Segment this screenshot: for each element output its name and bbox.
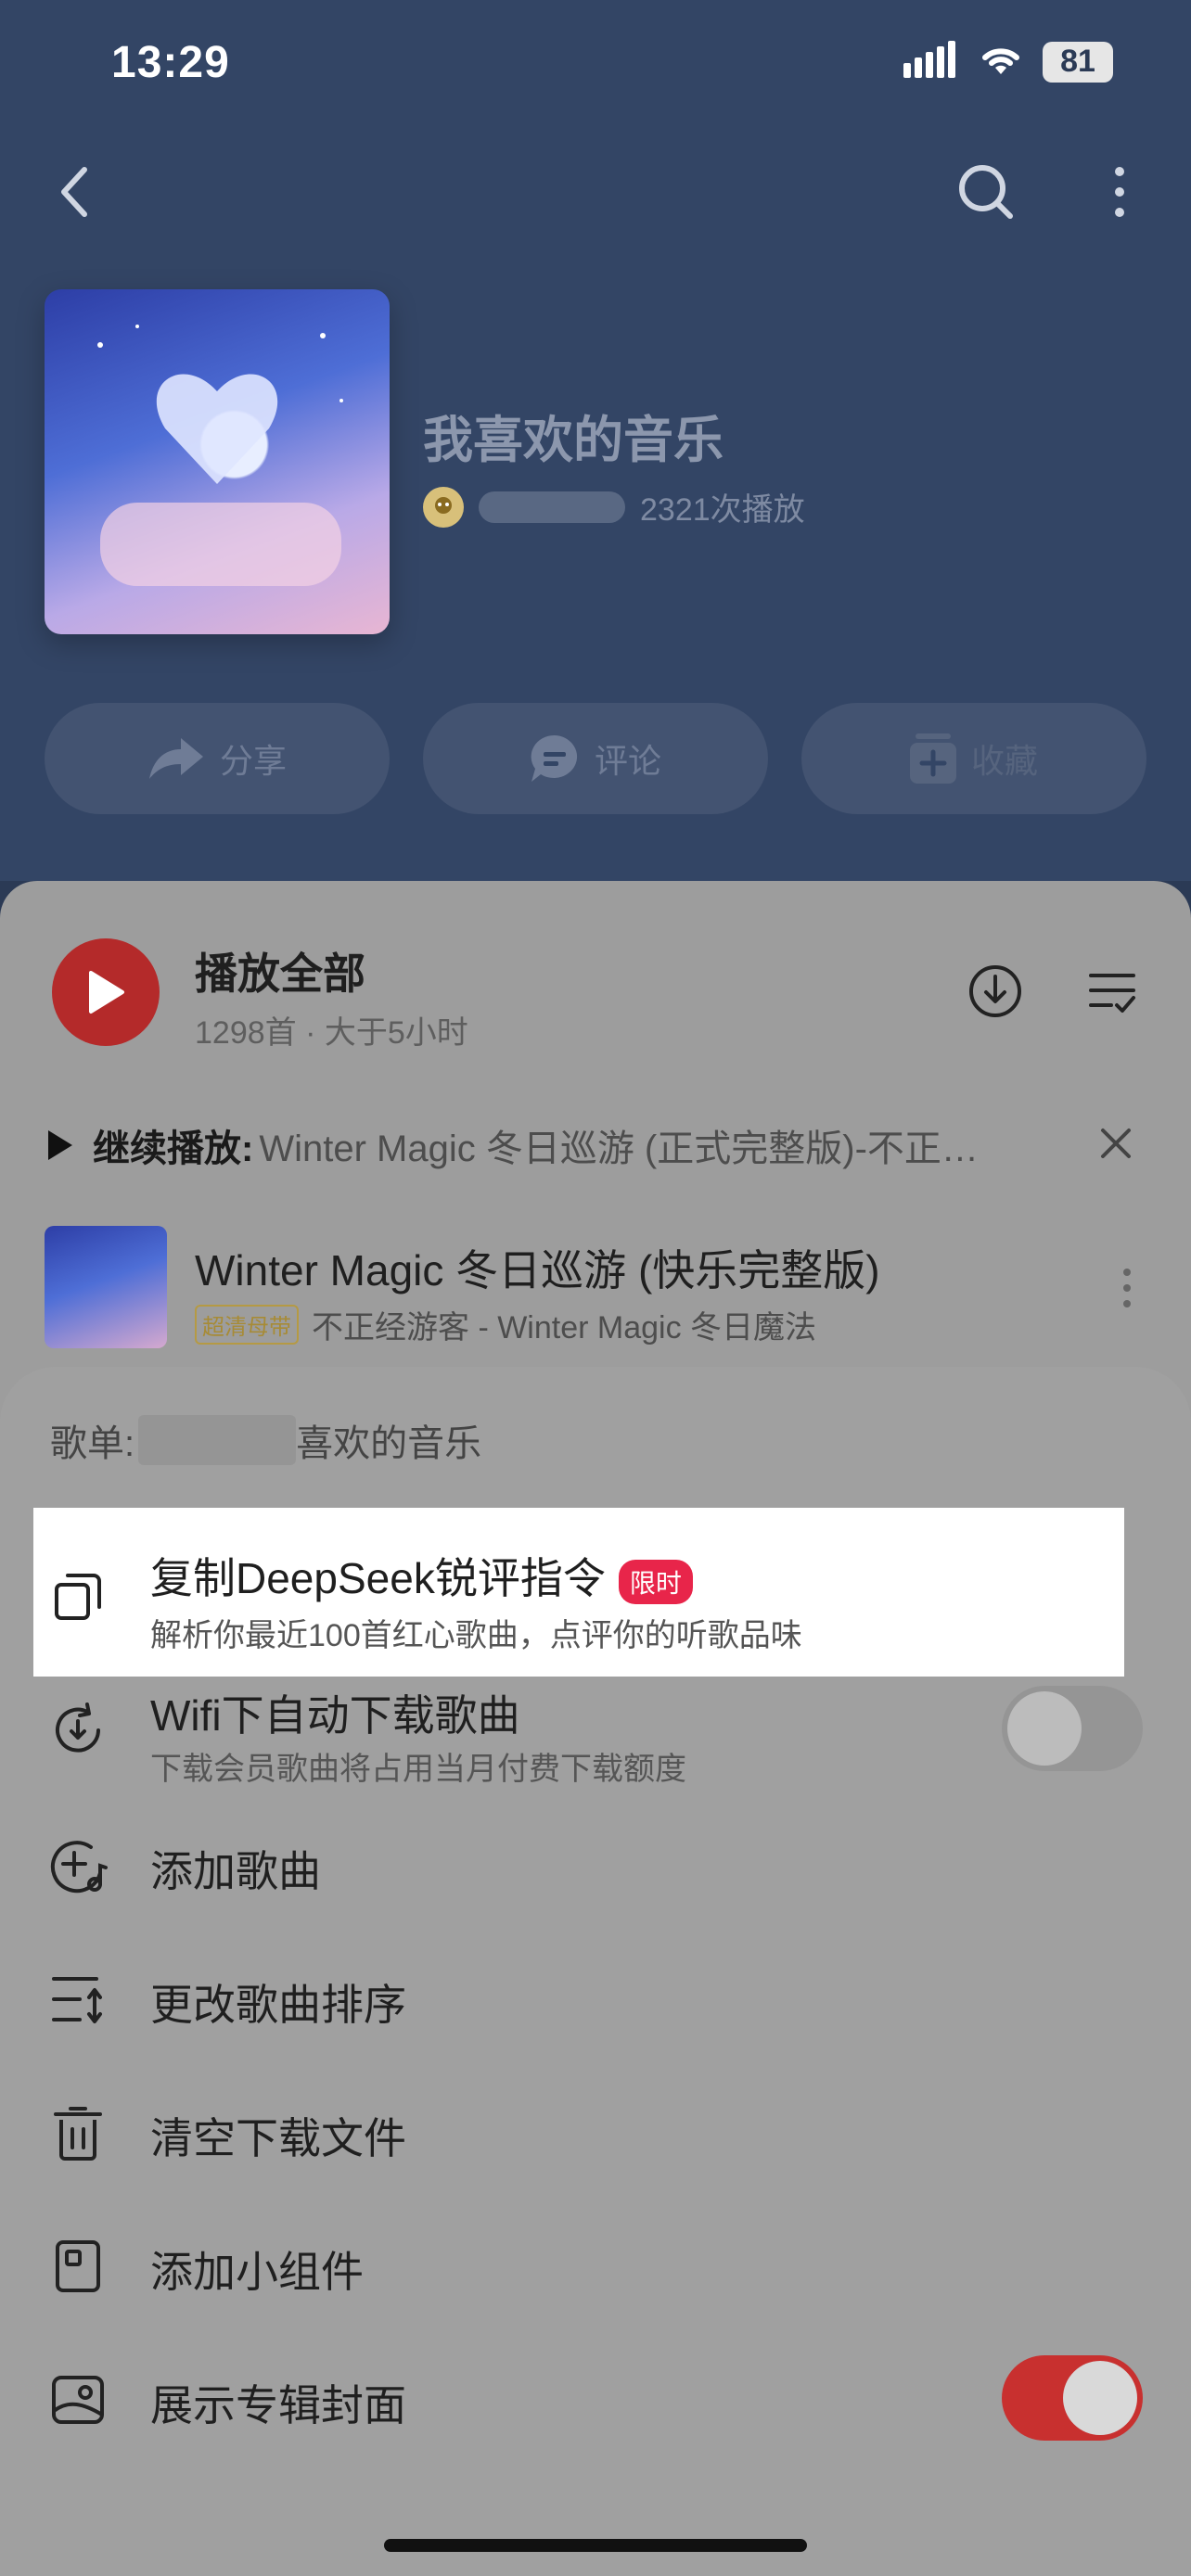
menu-title-deepseek: 复制DeepSeek锐评指令 限时 xyxy=(150,1545,693,1606)
menu-subtitle-deepseek: 解析你最近100首红心歌曲，点评你的听歌品味 xyxy=(150,1618,802,1653)
song-more-button[interactable] xyxy=(1085,1246,1169,1330)
auto-download-icon xyxy=(48,1701,108,1760)
sheet-header-suffix: 喜欢的音乐 xyxy=(296,1423,482,1464)
more-button[interactable] xyxy=(1078,150,1161,234)
playlist-cover[interactable] xyxy=(45,289,390,634)
continue-label: 继续播放: xyxy=(93,1129,254,1169)
search-icon xyxy=(959,165,1013,219)
collect-button[interactable]: 收藏 xyxy=(801,703,1146,814)
more-vertical-icon xyxy=(1115,167,1124,217)
quality-badge: 超清母带 xyxy=(195,1305,299,1345)
copy-icon xyxy=(48,1567,108,1626)
close-continue-button[interactable] xyxy=(1074,1102,1158,1185)
trash-icon xyxy=(48,2103,108,2162)
play-all-button[interactable] xyxy=(52,938,160,1046)
close-icon xyxy=(1101,1129,1131,1158)
play-icon xyxy=(89,971,124,1014)
download-button[interactable] xyxy=(954,950,1037,1033)
back-arrow-icon xyxy=(61,167,87,217)
battery-indicator: 81 xyxy=(1043,41,1113,83)
album-cover-icon xyxy=(48,2370,108,2429)
widget-icon xyxy=(48,2237,108,2296)
sheet-header: 歌单: 喜欢的音乐 xyxy=(50,1413,481,1467)
creator-name-redacted xyxy=(479,491,625,523)
search-button[interactable] xyxy=(944,150,1028,234)
limited-badge: 限时 xyxy=(618,1559,693,1604)
creator-row[interactable]: 2321次播放 xyxy=(423,484,805,529)
status-icons: 81 xyxy=(903,41,1113,83)
album-cover-toggle[interactable] xyxy=(1002,2355,1143,2441)
sheet-header-prefix: 歌单: xyxy=(50,1423,135,1464)
comment-button[interactable]: 评论 xyxy=(423,703,768,814)
menu-title-wifi-download[interactable]: Wifi下自动下载歌曲 xyxy=(150,1682,520,1743)
continue-song: Winter Magic 冬日巡游 (正式完整版)-不正… xyxy=(259,1129,979,1169)
menu-title-add-song[interactable]: 添加歌曲 xyxy=(150,1838,321,1899)
share-button[interactable]: 分享 xyxy=(45,703,390,814)
multi-select-button[interactable] xyxy=(1070,950,1154,1033)
creator-avatar[interactable] xyxy=(423,486,464,528)
toggle-knob xyxy=(1007,1691,1082,1766)
playlist-meta: 1298首 · 大于5小时 xyxy=(195,1015,468,1051)
playlist-title: 我喜欢的音乐 xyxy=(423,413,724,468)
share-label: 分享 xyxy=(219,742,287,780)
menu-title-sort[interactable]: 更改歌曲排序 xyxy=(150,1971,406,2033)
collect-label: 收藏 xyxy=(970,742,1038,780)
signal-icon xyxy=(903,41,959,83)
sort-icon xyxy=(48,1970,108,2029)
menu-title-clear-downloads[interactable]: 清空下载文件 xyxy=(150,2105,406,2166)
deepseek-title-text: 复制DeepSeek锐评指令 xyxy=(150,1554,606,1602)
song-artist: 不正经游客 - Winter Magic 冬日魔法 xyxy=(312,1310,817,1345)
play-all-label[interactable]: 播放全部 xyxy=(195,940,365,1001)
song-title[interactable]: Winter Magic 冬日巡游 (快乐完整版) xyxy=(195,1237,880,1298)
collect-icon xyxy=(909,733,956,784)
menu-title-album-cover[interactable]: 展示专辑封面 xyxy=(150,2372,406,2433)
wifi-icon xyxy=(978,41,1024,83)
avatar-icon xyxy=(435,496,452,514)
continue-play-icon xyxy=(48,1130,72,1160)
list-check-icon xyxy=(1089,974,1135,1013)
toggle-knob xyxy=(1063,2361,1137,2435)
download-icon xyxy=(969,965,1021,1017)
menu-title-add-widget[interactable]: 添加小组件 xyxy=(150,2238,364,2300)
more-vertical-icon xyxy=(1123,1269,1131,1307)
continue-play-row[interactable]: 继续播放: Winter Magic 冬日巡游 (正式完整版)-不正… xyxy=(46,1118,1159,1172)
sheet-header-redacted xyxy=(138,1415,297,1465)
back-button[interactable] xyxy=(33,150,117,234)
song-thumbnail[interactable] xyxy=(45,1226,167,1348)
menu-subtitle-wifi-download: 下载会员歌曲将占用当月付费下载额度 xyxy=(150,1752,686,1787)
play-count: 2321次播放 xyxy=(640,492,805,528)
home-indicator xyxy=(384,2539,807,2552)
wifi-download-toggle[interactable] xyxy=(1002,1686,1143,1771)
comment-icon xyxy=(531,734,578,782)
cover-art-image xyxy=(97,325,343,586)
share-icon xyxy=(148,738,203,779)
status-time: 13:29 xyxy=(111,38,230,87)
song-meta: 超清母带 不正经游客 - Winter Magic 冬日魔法 xyxy=(195,1302,816,1347)
add-song-icon xyxy=(48,1836,108,1895)
comment-label: 评论 xyxy=(594,742,661,780)
